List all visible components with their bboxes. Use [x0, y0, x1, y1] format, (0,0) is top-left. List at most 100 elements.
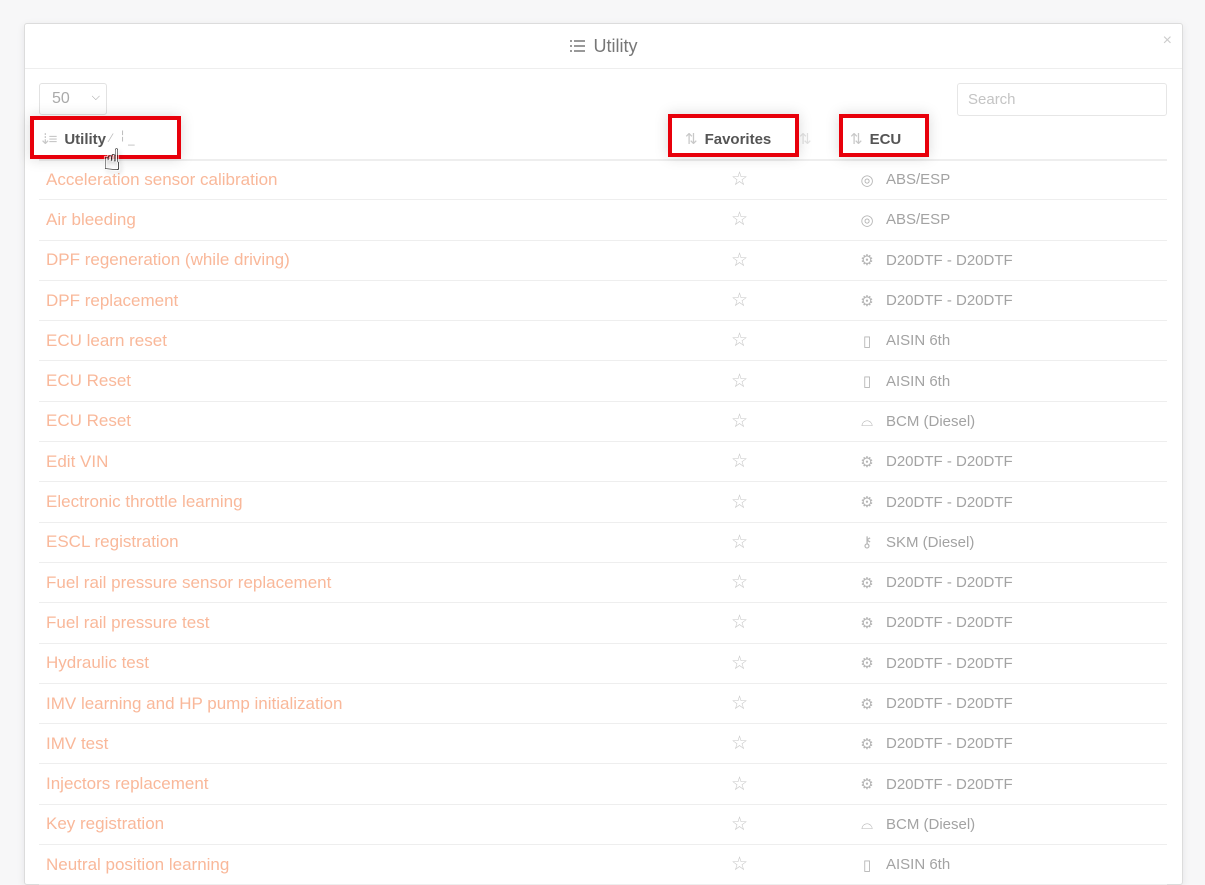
list-icon [569, 39, 586, 53]
table-row: IMV test ☆ ⚙ D20DTF - D20DTF [39, 724, 1167, 765]
ecu-cell: ⚙ D20DTF - D20DTF [857, 292, 1012, 310]
favorite-star-icon[interactable]: ☆ [731, 773, 748, 796]
table-row: ECU learn reset ☆ ▯ AISIN 6th [39, 321, 1167, 362]
favorite-star-icon[interactable]: ☆ [731, 249, 748, 272]
close-icon[interactable]: × [1163, 32, 1172, 50]
table-body: Acceleration sensor calibration ☆ ◎ ABS/ESP… [39, 160, 1167, 885]
table-row: Acceleration sensor calibration ☆ ◎ ABS/ESP [39, 160, 1167, 201]
ecu-cell: ⚷ SKM (Diesel) [857, 533, 975, 552]
ecu-label: D20DTF - D20DTF [886, 735, 1013, 753]
utility-link[interactable]: ECU Reset [46, 371, 131, 391]
table-row: Injectors replacement ☆ ⚙ D20DTF - D20DTF [39, 764, 1167, 805]
table-row: Fuel rail pressure sensor replacement ☆ ⚙ D… [39, 563, 1167, 604]
table-row: Edit VIN ☆ ⚙ D20DTF - D20DTF [39, 442, 1167, 483]
ecu-cell: ⌓ BCM (Diesel) [857, 412, 975, 430]
favorite-star-icon[interactable]: ☆ [731, 370, 748, 393]
table-row: Fuel rail pressure test ☆ ⚙ D20DTF - D20DTF [39, 603, 1167, 644]
ecu-label: SKM (Diesel) [886, 533, 975, 551]
engine-icon: ⚙ [860, 292, 874, 310]
page-size-value: 50 [52, 90, 70, 107]
utility-link[interactable]: Neutral position learning [46, 855, 229, 875]
highlight-box-ecu [839, 114, 929, 157]
favorite-star-icon[interactable]: ☆ [731, 571, 748, 594]
utility-link[interactable]: Air bleeding [46, 210, 136, 230]
engine-icon: ⚙ [860, 574, 874, 592]
utility-link[interactable]: IMV learning and HP pump initialization [46, 694, 342, 714]
favorite-star-icon[interactable]: ☆ [731, 450, 748, 473]
favorite-star-icon[interactable]: ☆ [731, 289, 748, 312]
ecu-cell: ⚙ D20DTF - D20DTF [857, 695, 1012, 713]
ecu-label: ABS/ESP [886, 211, 951, 229]
favorite-star-icon[interactable]: ☆ [731, 531, 748, 554]
favorite-star-icon[interactable]: ☆ [731, 652, 748, 675]
favorite-star-icon[interactable]: ☆ [731, 168, 748, 191]
ecu-cell: ⚙ D20DTF - D20DTF [857, 493, 1013, 512]
gearbox-icon: ▯ [862, 856, 872, 874]
favorite-star-icon[interactable]: ☆ [731, 410, 748, 433]
table-row: IMV learning and HP pump initialization ☆… [39, 684, 1167, 725]
utility-link[interactable]: Edit VIN [46, 452, 108, 472]
modal-header: Utility × [25, 24, 1182, 69]
ecu-cell: ⚙ D20DTF - D20DTF [857, 735, 1013, 753]
utility-link[interactable]: ECU learn reset [46, 331, 167, 351]
engine-icon: ⚙ [860, 252, 874, 270]
car-body-icon: ⌓ [861, 815, 873, 833]
sort-icon: ⇅ [799, 131, 811, 148]
brake-disc-icon: ◎ [860, 211, 874, 229]
ecu-label: AISIN 6th [886, 372, 951, 390]
utility-link[interactable]: Hydraulic test [46, 653, 149, 673]
utility-link[interactable]: Acceleration sensor calibration [46, 170, 278, 190]
car-body-icon: ⌓ [861, 412, 873, 430]
ecu-label: D20DTF - D20DTF [886, 574, 1013, 592]
favorite-star-icon[interactable]: ☆ [731, 208, 748, 231]
ecu-cell: ▯ AISIN 6th [857, 856, 950, 874]
page-size-select[interactable]: 50 ⌵ [39, 83, 107, 115]
gearbox-icon: ▯ [862, 332, 872, 350]
key-fob-icon: ⚷ [861, 534, 873, 552]
favorite-star-icon[interactable]: ☆ [731, 813, 748, 836]
ecu-cell: ⚙ D20DTF - D20DTF [857, 574, 1013, 592]
favorite-star-icon[interactable]: ☆ [731, 611, 748, 634]
search-input[interactable] [957, 83, 1167, 116]
utility-link[interactable]: Key registration [46, 814, 164, 834]
ecu-label: D20DTF - D20DTF [886, 493, 1013, 511]
table-row: DPF regeneration (while driving) ☆ ⚙ D20DTF… [39, 241, 1167, 281]
utility-link[interactable]: DPF replacement [46, 291, 178, 311]
ecu-cell: ◎ ABS/ESP [857, 211, 950, 229]
utility-link[interactable]: DPF regeneration (while driving) [46, 250, 290, 270]
ecu-cell: ⚙ D20DTF - D20DTF [857, 251, 1012, 270]
engine-icon: ⚙ [860, 655, 874, 673]
table-row: Air bleeding ☆ ◎ ABS/ESP [39, 200, 1167, 241]
ecu-label: ABS/ESP [886, 171, 951, 189]
utility-link[interactable]: ESCL registration [46, 532, 179, 552]
ecu-cell: ⌓ BCM (Diesel) [857, 815, 975, 833]
favorite-star-icon[interactable]: ☆ [731, 491, 748, 514]
ecu-label: BCM (Diesel) [886, 412, 976, 430]
utility-link[interactable]: Electronic throttle learning [46, 492, 243, 512]
ecu-cell: ⚙ D20DTF - D20DTF [857, 654, 1012, 673]
table-row: Key registration ☆ ⌓ BCM (Diesel) [39, 805, 1167, 846]
table-row: Electronic throttle learning ☆ ⚙ D20DTF - D… [39, 482, 1167, 523]
favorite-star-icon[interactable]: ☆ [731, 853, 748, 876]
ecu-cell: ▯ AISIN 6th [857, 332, 950, 350]
engine-icon: ⚙ [860, 735, 874, 753]
favorite-star-icon[interactable]: ☆ [731, 692, 748, 715]
favorite-star-icon[interactable]: ☆ [731, 329, 748, 352]
utility-link[interactable]: Fuel rail pressure test [46, 613, 209, 633]
utility-link[interactable]: Injectors replacement [46, 774, 209, 794]
ecu-label: D20DTF - D20DTF [886, 453, 1013, 471]
table-row: Hydraulic test ☆ ⚙ D20DTF - D20DTF [39, 644, 1167, 684]
brake-disc-icon: ◎ [860, 171, 874, 189]
ecu-cell: ⚙ D20DTF - D20DTF [857, 614, 1012, 632]
ecu-cell: ⚙ D20DTF - D20DTF [857, 453, 1013, 471]
ecu-label: AISIN 6th [886, 332, 951, 350]
utility-link[interactable]: IMV test [46, 734, 108, 754]
favorite-star-icon[interactable]: ☆ [731, 732, 748, 755]
ecu-label: AISIN 6th [886, 856, 951, 874]
highlight-box-favorites [668, 114, 799, 157]
utility-link[interactable]: ECU Reset [46, 411, 131, 431]
ecu-cell: ▯ AISIN 6th [857, 372, 951, 391]
engine-icon: ⚙ [860, 614, 874, 632]
utility-link[interactable]: Fuel rail pressure sensor replacement [46, 573, 331, 593]
gearbox-icon: ▯ [862, 373, 872, 391]
